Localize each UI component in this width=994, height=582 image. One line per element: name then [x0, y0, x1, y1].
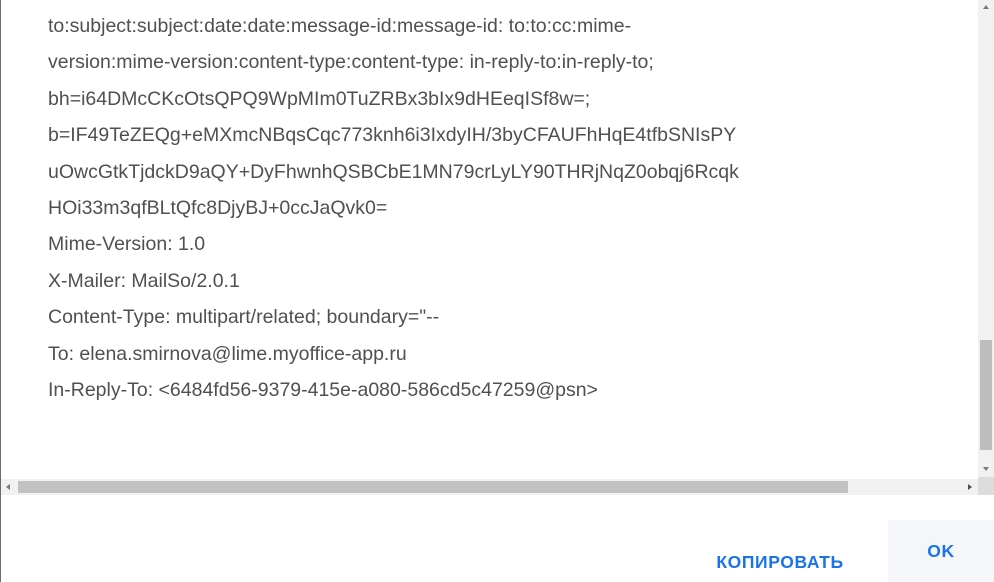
horizontal-scrollbar[interactable] — [1, 479, 978, 495]
vertical-scroll-thumb[interactable] — [980, 340, 992, 450]
scroll-left-arrow[interactable] — [1, 479, 17, 495]
header-line: Content-Type: multipart/related; boundar… — [48, 306, 440, 329]
scroll-right-arrow[interactable] — [961, 479, 977, 495]
triangle-up-icon — [983, 5, 989, 9]
triangle-left-icon — [6, 484, 10, 490]
scroll-up-arrow[interactable] — [978, 0, 994, 16]
scroll-down-arrow[interactable] — [978, 461, 994, 477]
copy-button[interactable]: КОПИРОВАТЬ — [688, 532, 872, 582]
header-line: version:mime-version:content-type:conten… — [48, 51, 654, 74]
headers-text: to:subject:subject:date:date:message-id:… — [48, 8, 739, 408]
horizontal-scroll-thumb[interactable] — [18, 481, 848, 493]
triangle-down-icon — [983, 467, 989, 471]
message-source-dialog: to:subject:subject:date:date:message-id:… — [0, 0, 994, 582]
scrollbar-corner — [978, 477, 994, 495]
header-line: HOi33m3qfBLtQfc8DjyBJ+0ccJaQvk0= — [48, 196, 388, 219]
header-line: uOwcGtkTjdckD9aQY+DyFhwnhQSBCbE1MN79crLy… — [48, 160, 739, 183]
header-line: In-Reply-To: <6484fd56-9379-415e-a080-58… — [48, 378, 598, 401]
header-line: X-Mailer: MailSo/2.0.1 — [48, 269, 240, 292]
header-line: bh=i64DMcCKcOtsQPQ9WpMIm0TuZRBx3bIx9dHEe… — [48, 87, 591, 110]
header-line: To: elena.smirnova@lime.myoffice-app.ru — [48, 342, 407, 365]
header-line: Mime-Version: 1.0 — [48, 233, 206, 256]
header-line: b=IF49TeZEQg+eMXmcNBqsCqc773knh6i3IxdyIH… — [48, 124, 737, 147]
headers-scroll-area[interactable]: to:subject:subject:date:date:message-id:… — [1, 0, 977, 477]
triangle-right-icon — [968, 484, 972, 490]
ok-button[interactable]: OK — [888, 520, 994, 582]
vertical-scrollbar[interactable] — [978, 0, 994, 477]
header-line: to:subject:subject:date:date:message-id:… — [48, 15, 632, 37]
